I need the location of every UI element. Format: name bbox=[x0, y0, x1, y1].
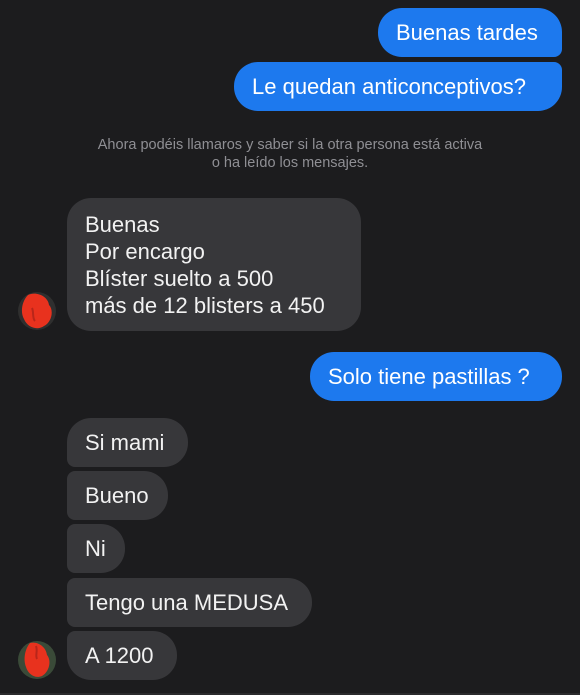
redaction-scribble-icon bbox=[18, 292, 56, 330]
contact-avatar[interactable] bbox=[18, 292, 56, 330]
incoming-message[interactable]: Ni bbox=[67, 524, 125, 573]
incoming-message[interactable]: Si mami bbox=[67, 418, 188, 467]
message-line: Buenas bbox=[85, 212, 160, 237]
outgoing-message[interactable]: Solo tiene pastillas ? bbox=[310, 352, 562, 401]
contact-avatar[interactable] bbox=[18, 641, 56, 679]
message-line: más de 12 blisters a 450 bbox=[85, 293, 325, 318]
notice-line: Ahora podéis llamaros y saber si la otra… bbox=[97, 137, 483, 153]
activity-notice: Ahora podéis llamaros y saber si la otra… bbox=[40, 136, 540, 172]
incoming-message[interactable]: A 1200 bbox=[67, 631, 177, 680]
incoming-message[interactable]: Bueno bbox=[67, 471, 168, 520]
outgoing-message[interactable]: Buenas tardes bbox=[378, 8, 562, 57]
outgoing-message[interactable]: Le quedan anticonceptivos? bbox=[234, 62, 562, 111]
message-line: Blíster suelto a 500 bbox=[85, 266, 274, 291]
incoming-message[interactable]: Tengo una MEDUSA bbox=[67, 578, 312, 627]
incoming-message[interactable]: Buenas Por encargo Blíster suelto a 500 … bbox=[67, 198, 361, 331]
message-line: Por encargo bbox=[85, 239, 205, 264]
notice-line: o ha leído los mensajes. bbox=[211, 155, 369, 171]
redaction-scribble-icon bbox=[18, 641, 56, 679]
